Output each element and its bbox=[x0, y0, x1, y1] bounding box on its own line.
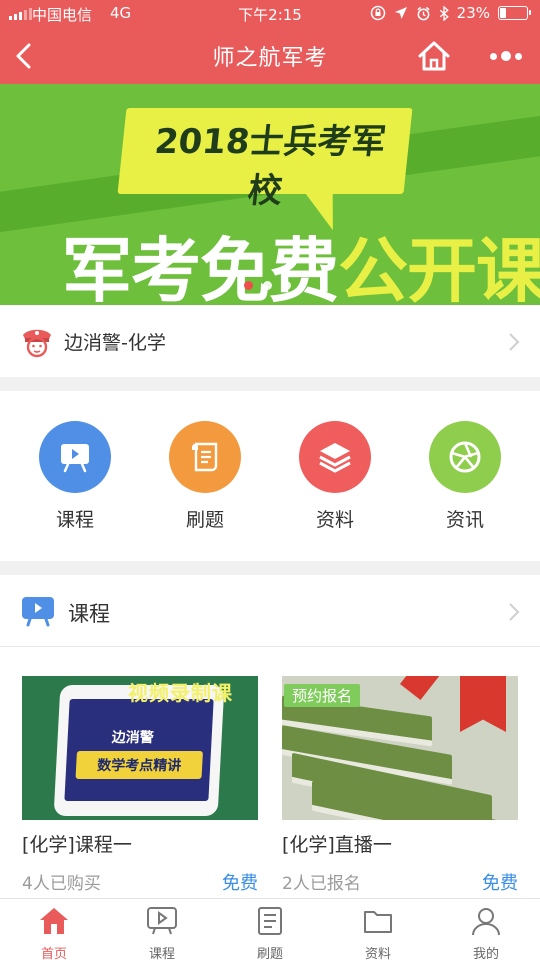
carousel-dot[interactable] bbox=[244, 281, 253, 290]
battery-icon bbox=[498, 6, 531, 20]
grid-label: 资料 bbox=[315, 509, 354, 531]
tab-materials[interactable]: 资料 bbox=[324, 899, 432, 960]
course-card[interactable]: 边消警 数学考点精讲 视频录制课 [化学]课程一 4人已购买 免费 bbox=[22, 676, 258, 894]
course-title: [化学]课程一 bbox=[22, 834, 132, 856]
play-board-icon bbox=[147, 907, 177, 935]
bluetooth-icon bbox=[439, 5, 449, 21]
carousel-dot[interactable] bbox=[263, 281, 272, 290]
tab-home[interactable]: 首页 bbox=[0, 899, 108, 960]
course-thumbnail: 边消警 数学考点精讲 视频录制课 bbox=[22, 676, 258, 820]
home-icon bbox=[40, 908, 68, 934]
folder-icon bbox=[364, 911, 392, 933]
user-icon bbox=[472, 908, 500, 936]
tab-label: 首页 bbox=[40, 947, 67, 960]
home-icon[interactable] bbox=[416, 39, 452, 73]
banner-main-white: 军考免费 bbox=[62, 230, 339, 305]
tab-courses[interactable]: 课程 bbox=[108, 899, 216, 960]
grid-item-materials[interactable]: 资料 bbox=[275, 421, 395, 536]
tab-label: 资料 bbox=[364, 947, 391, 960]
layers-icon bbox=[299, 421, 371, 493]
page-title: 师之航军考 bbox=[212, 46, 328, 71]
thumb-line2: 数学考点精讲 bbox=[96, 758, 182, 774]
grid-label: 课程 bbox=[55, 509, 94, 531]
course-title: [化学]直播一 bbox=[282, 834, 392, 856]
location-icon bbox=[394, 7, 407, 19]
tab-label: 刷题 bbox=[256, 947, 283, 960]
course-meta: 4人已购买 bbox=[22, 874, 101, 894]
section-header[interactable]: 课程 bbox=[0, 575, 540, 647]
scroll-icon bbox=[169, 421, 241, 493]
course-meta: 2人已报名 bbox=[282, 874, 361, 894]
tab-label: 课程 bbox=[148, 947, 175, 960]
aperture-icon bbox=[429, 421, 501, 493]
chevron-right-icon bbox=[509, 333, 520, 351]
rotation-lock-icon bbox=[370, 5, 385, 21]
banner-main-text: 军考免费公开课 bbox=[62, 236, 540, 305]
banner-main-yellow: 公开课 bbox=[338, 230, 540, 305]
section-title: 课程 bbox=[68, 602, 110, 626]
thumb-heading: 视频录制课 bbox=[128, 681, 233, 705]
carousel-dot[interactable] bbox=[282, 281, 291, 290]
status-bar: 中国电信 4G 下午2:15 23% bbox=[0, 0, 540, 28]
carousel-dots[interactable] bbox=[244, 281, 291, 290]
tab-exercises[interactable]: 刷题 bbox=[216, 899, 324, 960]
alarm-icon bbox=[417, 6, 430, 20]
grid-label: 资讯 bbox=[445, 509, 484, 531]
chevron-right-icon bbox=[509, 603, 520, 621]
course-price: 免费 bbox=[482, 873, 518, 894]
tab-profile[interactable]: 我的 bbox=[432, 899, 540, 960]
grid-item-courses[interactable]: 课程 bbox=[15, 421, 135, 536]
function-grid: 课程 刷题 资料 资讯 bbox=[0, 391, 540, 561]
more-dots-icon[interactable] bbox=[484, 39, 528, 73]
tab-label: 我的 bbox=[472, 947, 499, 960]
course-thumbnail: 预约报名 bbox=[282, 676, 518, 820]
battery-percent: 23% bbox=[456, 4, 490, 22]
exercise-icon bbox=[258, 907, 282, 935]
thumb-line1: 边消警 bbox=[111, 730, 155, 746]
grid-item-exercises[interactable]: 刷题 bbox=[145, 421, 265, 536]
reserve-tag: 预约报名 bbox=[284, 684, 361, 707]
subject-name: 边消警-化学 bbox=[64, 332, 166, 354]
grid-item-news[interactable]: 资讯 bbox=[405, 421, 525, 536]
grid-label: 刷题 bbox=[185, 509, 224, 531]
play-board-icon bbox=[22, 597, 54, 627]
police-cap-avatar-icon bbox=[23, 329, 51, 358]
app-page: 中国电信 4G 下午2:15 23% 师之航军考 2018士兵考军校 军考免费公… bbox=[0, 0, 540, 960]
banner-headline: 2018士兵考军校 bbox=[152, 122, 388, 211]
video-board-icon bbox=[39, 421, 111, 493]
ribbon-flag bbox=[460, 676, 506, 732]
course-price: 免费 bbox=[222, 873, 258, 894]
course-card[interactable]: 预约报名 [化学]直播一 2人已报名 免费 bbox=[282, 676, 518, 894]
promo-banner[interactable]: 2018士兵考军校 军考免费公开课 bbox=[0, 84, 540, 305]
subject-selector[interactable]: 边消警-化学 bbox=[0, 305, 540, 377]
tab-bar: 首页 课程 刷题 资料 我的 bbox=[0, 898, 540, 960]
nav-bar: 师之航军考 bbox=[0, 28, 540, 84]
